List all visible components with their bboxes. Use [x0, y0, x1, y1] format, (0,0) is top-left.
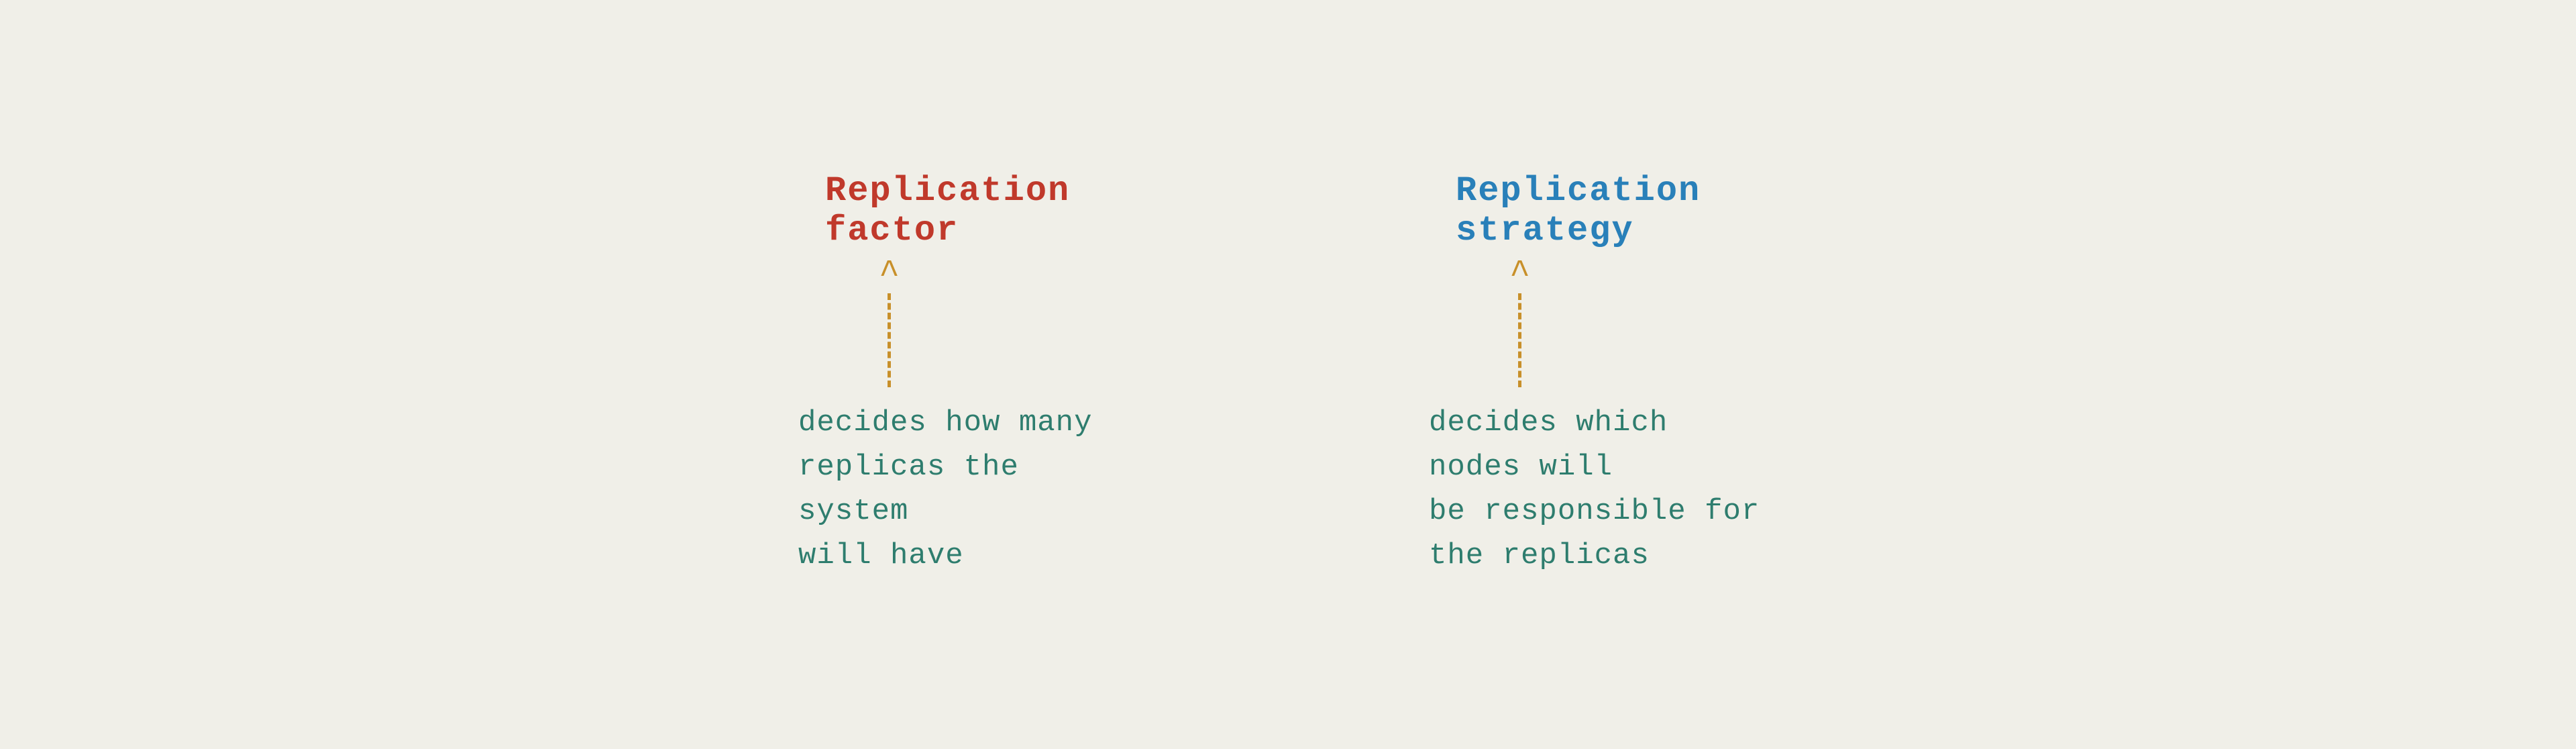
right-arrow-connector: ^ — [1509, 257, 1530, 387]
right-dashed-line — [1518, 293, 1521, 387]
right-caret-icon: ^ — [1509, 257, 1530, 292]
replication-factor-desc-line1: decides how many — [798, 406, 1092, 440]
replication-strategy-title: Replication strategy — [1456, 171, 1778, 250]
replication-factor-desc-line3: will have — [798, 539, 964, 572]
replication-factor-title: Replication factor — [825, 171, 1147, 250]
replication-strategy-desc-line3: the replicas — [1429, 539, 1650, 572]
left-caret-icon: ^ — [879, 257, 900, 292]
left-arrow-connector: ^ — [879, 257, 900, 387]
replication-strategy-description: decides which nodes will be responsible … — [1429, 401, 1778, 578]
replication-strategy-desc-line1: decides which nodes will — [1429, 406, 1668, 484]
diagram-container: Replication factor ^ decides how many re… — [758, 131, 1818, 618]
replication-factor-description: decides how many replicas the system wil… — [798, 401, 1147, 578]
replication-strategy-desc-line2: be responsible for — [1429, 495, 1760, 528]
replication-strategy-item: Replication strategy ^ decides which nod… — [1429, 171, 1778, 578]
replication-factor-desc-line2: replicas the system — [798, 450, 1019, 528]
left-dashed-line — [888, 293, 891, 387]
replication-factor-item: Replication factor ^ decides how many re… — [798, 171, 1147, 578]
